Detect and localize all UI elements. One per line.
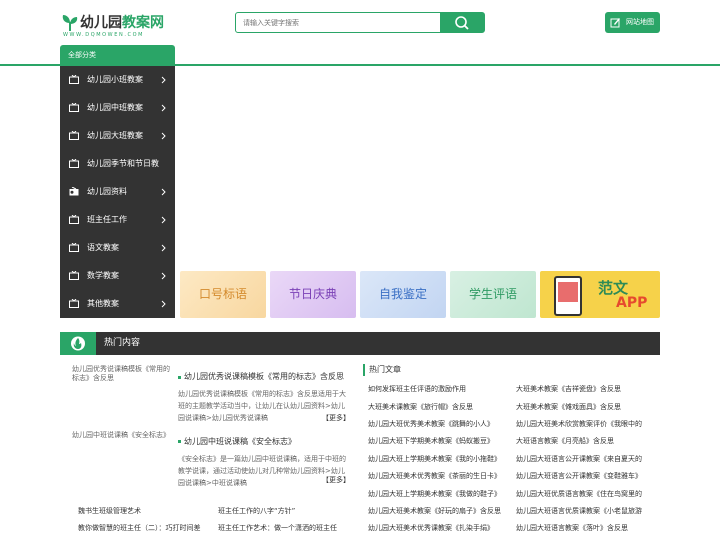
chevron-right-icon: [161, 104, 166, 112]
hot-article-link[interactable]: 大班美术教案《傩戏面具》含反思: [516, 402, 656, 412]
hot-article-link[interactable]: 幼儿园大班语言公开课教案《变鞋雅车》: [516, 471, 656, 481]
more-link[interactable]: 【更多】: [322, 475, 350, 485]
hot-article-link[interactable]: 幼儿园大班上学期美术教案《我做的鞋子》: [368, 489, 508, 499]
banner-label: 口号标语: [198, 287, 247, 301]
banner-festival[interactable]: 节日庆典: [270, 271, 356, 318]
banner-label: 学生评语: [468, 287, 517, 301]
sitemap-label: 网站地图: [626, 18, 654, 26]
tip-link[interactable]: 班主任工作的八字“方针”: [218, 506, 295, 516]
hot-article-link[interactable]: 幼儿园大班美术优秀教案《茶丽的生日卡》: [368, 471, 508, 481]
hot-article-link[interactable]: 幼儿园大班语言优质课教案《小老鼠旅游: [516, 506, 656, 516]
category-heading: 全部分类: [60, 45, 175, 66]
article-image[interactable]: 幼儿园优秀说课稿模板《常用的标志》含反思: [72, 365, 170, 421]
article-title[interactable]: 幼儿园优秀说课稿模板《常用的标志》含反思: [184, 371, 344, 382]
hot-article-link[interactable]: 幼儿园大班优秀美术教案《跳舞的小人》: [368, 419, 508, 429]
category-label: 语文教案: [87, 243, 119, 252]
tip-link[interactable]: 班主任工作艺术：做一个潇洒的班主任: [218, 523, 337, 533]
chevron-right-icon: [161, 216, 166, 224]
tv-icon: [69, 243, 79, 252]
article-card: 幼儿园优秀说课稿模板《常用的标志》含反思 幼儿园优秀说课稿模板《常用的标志》含反…: [60, 363, 355, 425]
category-item[interactable]: 幼儿园中班教案: [60, 94, 175, 122]
phone-image: [554, 276, 582, 316]
leaf-logo-icon: [62, 15, 78, 31]
tv-icon: [69, 299, 79, 308]
category-item[interactable]: 数学教案: [60, 262, 175, 290]
chevron-right-icon: [161, 76, 166, 84]
category-label: 幼儿园中班教案: [87, 103, 143, 112]
tv-icon: [69, 159, 79, 168]
banner-self-evaluation[interactable]: 自我鉴定: [360, 271, 446, 318]
search-button[interactable]: [440, 13, 484, 32]
tv-icon: [69, 215, 79, 224]
category-item[interactable]: 幼儿园大班教案: [60, 122, 175, 150]
hot-article-link[interactable]: 大班美术课教案《旅行帽》含反思: [368, 402, 508, 412]
article-card: 幼儿园中班说课稿《安全标志》 幼儿园中班说课稿《安全标志》 《安全标志》是一篇幼…: [60, 427, 355, 489]
edit-icon: [610, 18, 620, 28]
sitemap-button[interactable]: 网站地图: [605, 12, 660, 33]
hot-articles-heading: 热门文章: [363, 364, 401, 376]
search-icon: [455, 16, 469, 30]
hot-articles-panel: 热门文章 如何发挥班主任评语的激励作用 大班美术课教案《旅行帽》含反思 幼儿园大…: [363, 359, 660, 540]
category-label: 数学教案: [87, 271, 119, 280]
hot-content-header: 热门内容: [60, 332, 660, 355]
more-link[interactable]: 【更多】: [322, 413, 350, 423]
tv-icon: [69, 103, 79, 112]
bullet-dot: [178, 440, 181, 443]
category-item[interactable]: 班主任工作: [60, 206, 175, 234]
tip-link[interactable]: 教你做智慧的班主任（二）：巧打时间差: [78, 523, 206, 533]
chevron-right-icon: [161, 244, 166, 252]
banner-app-subtitle: APP: [616, 295, 648, 311]
flame-icon: [71, 336, 85, 351]
chevron-right-icon: [161, 132, 166, 140]
category-label: 幼儿园资料: [87, 187, 127, 196]
search-box: [235, 12, 485, 33]
tv-icon: [69, 271, 79, 280]
hot-article-link[interactable]: 大班语言教案《月亮船》含反思: [516, 436, 656, 446]
hot-article-link[interactable]: 幼儿园大班语言公开课教案《来自夏天的: [516, 454, 656, 464]
article-title[interactable]: 幼儿园中班说课稿《安全标志》: [184, 436, 296, 447]
category-item[interactable]: 幼儿园资料: [60, 178, 175, 206]
category-label: 班主任工作: [87, 215, 127, 224]
article-image[interactable]: 幼儿园中班说课稿《安全标志》: [72, 431, 170, 487]
bullet-dot: [178, 376, 181, 379]
logo-text: 幼儿园教案网: [80, 15, 164, 31]
banner-slogan[interactable]: 口号标语: [180, 271, 266, 318]
category-label: 幼儿园小班教案: [87, 75, 143, 84]
hot-article-link[interactable]: 幼儿园大班美术欣赏教案评价《我眼中的: [516, 419, 656, 429]
radio-icon: [69, 187, 79, 196]
tv-icon: [69, 131, 79, 140]
category-item[interactable]: 幼儿园季节和节日教: [60, 150, 175, 178]
hot-article-link[interactable]: 幼儿园大班语言教案《落叶》含反思: [516, 523, 656, 533]
banner-app[interactable]: 范文 APP: [540, 271, 660, 318]
category-label: 其他教案: [87, 299, 119, 308]
chevron-right-icon: [161, 188, 166, 196]
category-menu: 幼儿园小班教案 幼儿园中班教案 幼儿园大班教案 幼儿园季节和节日教 幼儿园资料 …: [60, 66, 175, 318]
hot-article-link[interactable]: 幼儿园大班美术教案《好玩的扇子》含反思: [368, 506, 508, 516]
category-item[interactable]: 其他教案: [60, 290, 175, 318]
category-item[interactable]: 语文教案: [60, 234, 175, 262]
site-logo[interactable]: 幼儿园教案网 WWW.DQMOWEN.COM: [62, 12, 172, 40]
hot-content-title: 热门内容: [104, 338, 141, 348]
banner-label: 节日庆典: [288, 287, 337, 301]
tv-icon: [69, 75, 79, 84]
chevron-right-icon: [161, 300, 166, 308]
hot-article-link[interactable]: 大班美术教案《吉祥瓷盘》含反思: [516, 384, 656, 394]
chevron-right-icon: [161, 272, 166, 280]
logo-url: WWW.DQMOWEN.COM: [63, 32, 145, 38]
hot-article-link[interactable]: 幼儿园大班美术优秀课教案《扎染手绢》: [368, 523, 508, 533]
hot-article-link[interactable]: 幼儿园大班下学期美术教案《蚂蚁搬豆》: [368, 436, 508, 446]
banner-student-comment[interactable]: 学生评语: [450, 271, 536, 318]
category-item[interactable]: 幼儿园小班教案: [60, 66, 175, 94]
hot-article-link[interactable]: 如何发挥班主任评语的激励作用: [368, 384, 508, 394]
hot-tab: [60, 332, 96, 355]
hot-article-link[interactable]: 幼儿园大班上学期美术教案《我的小拖鞋》: [368, 454, 508, 464]
tip-link[interactable]: 魏书生班级管理艺术: [78, 506, 141, 516]
category-label: 幼儿园大班教案: [87, 131, 143, 140]
search-input[interactable]: [236, 13, 441, 32]
banner-label: 自我鉴定: [378, 287, 427, 301]
hot-article-link[interactable]: 幼儿园大班优质语言教案《住在鸟窝里的: [516, 489, 656, 499]
category-label: 幼儿园季节和节日教: [87, 159, 159, 168]
